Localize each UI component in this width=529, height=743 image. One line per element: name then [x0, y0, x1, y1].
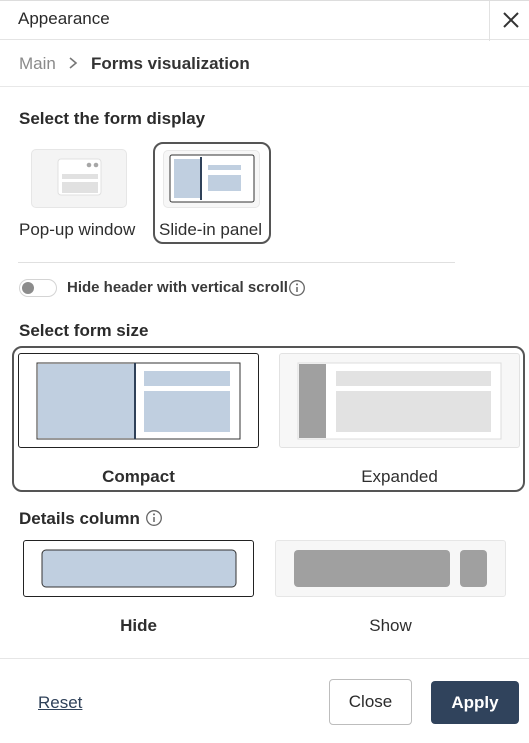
breadcrumb: Main Forms visualization: [0, 40, 529, 87]
compact-option[interactable]: [18, 353, 259, 448]
details-show-label[interactable]: Show: [275, 616, 506, 636]
compact-label[interactable]: Compact: [18, 467, 259, 487]
popup-window-option[interactable]: [31, 149, 127, 208]
details-column-title: Details column: [19, 509, 140, 528]
dialog-header: Appearance: [0, 0, 529, 41]
reset-link[interactable]: Reset: [38, 693, 82, 713]
apply-button[interactable]: Apply: [431, 681, 519, 724]
expanded-option[interactable]: [279, 353, 520, 448]
slide-in-preview[interactable]: [163, 150, 260, 208]
hide-header-toggle[interactable]: [19, 279, 57, 297]
hide-header-label: Hide header with vertical scroll: [67, 279, 288, 296]
breadcrumb-item-current: Forms visualization: [91, 54, 250, 73]
footer-divider: [0, 658, 529, 659]
toggle-knob: [22, 282, 34, 294]
details-hide-preview-icon: [41, 549, 237, 588]
info-icon[interactable]: [288, 279, 306, 297]
slide-in-panel-label[interactable]: Slide-in panel: [159, 220, 262, 240]
popup-window-label[interactable]: Pop-up window: [19, 220, 135, 240]
form-size-title: Select form size: [19, 321, 149, 340]
expanded-label[interactable]: Expanded: [279, 467, 520, 487]
header-divider: [489, 1, 490, 41]
details-hide-option[interactable]: [23, 540, 254, 597]
slide-in-preview-icon: [169, 154, 255, 203]
dialog-title: Appearance: [18, 9, 110, 28]
chevron-right-icon: [67, 56, 79, 70]
compact-preview-icon: [36, 362, 241, 440]
details-hide-label[interactable]: Hide: [23, 616, 254, 636]
info-icon[interactable]: [145, 509, 163, 527]
form-display-title: Select the form display: [19, 109, 206, 128]
breadcrumb-item-main[interactable]: Main: [19, 54, 56, 74]
close-icon[interactable]: [496, 5, 526, 35]
section-divider: [18, 262, 455, 263]
details-show-option[interactable]: [275, 540, 506, 597]
close-button[interactable]: Close: [329, 679, 412, 725]
popup-preview-icon: [57, 158, 102, 196]
expanded-preview-icon: [297, 362, 502, 440]
details-show-preview-icon: [294, 550, 487, 587]
